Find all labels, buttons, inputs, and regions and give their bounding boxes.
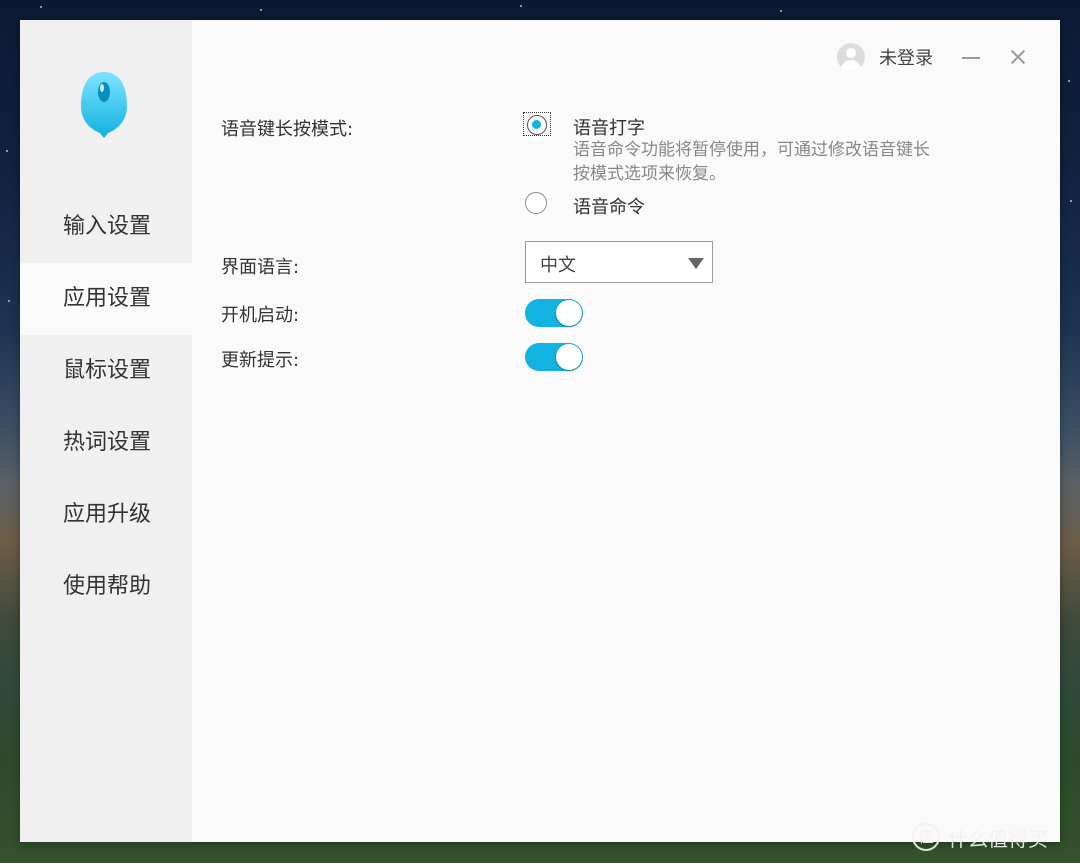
update-notice-label: 更新提示: — [221, 350, 300, 371]
login-status-label: 未登录 — [879, 48, 933, 69]
voice-command-option-label[interactable]: 语音命令 — [573, 193, 645, 219]
sidebar-item-app-upgrade[interactable]: 应用升级 — [20, 479, 192, 551]
user-avatar-icon — [837, 43, 865, 71]
minimize-icon — [962, 57, 980, 59]
voice-command-radio[interactable] — [525, 192, 547, 214]
ui-language-label: 界面语言: — [221, 257, 300, 278]
watermark: 值 什么值得买 — [912, 820, 1048, 854]
watermark-text: 什么值得买 — [948, 826, 1048, 851]
voice-typing-radio[interactable] — [527, 115, 547, 135]
voice-key-mode-label: 语音键长按模式: — [221, 119, 354, 140]
user-login-area[interactable]: 未登录 — [837, 42, 933, 72]
voice-typing-option-label[interactable]: 语音打字 — [573, 114, 645, 140]
sidebar-item-input-settings[interactable]: 输入设置 — [20, 191, 192, 263]
startup-label: 开机启动: — [221, 305, 300, 326]
sidebar-item-help[interactable]: 使用帮助 — [20, 551, 192, 623]
settings-window: 输入设置 应用设置 鼠标设置 热词设置 应用升级 使用帮助 未登录 语音键长按模… — [20, 20, 1060, 842]
update-notice-toggle[interactable] — [525, 343, 583, 371]
ui-language-select[interactable]: 中文 — [525, 241, 713, 283]
watermark-logo-icon: 值 — [912, 823, 940, 851]
app-logo-icon — [81, 72, 127, 138]
minimize-button[interactable] — [958, 44, 984, 70]
startup-toggle[interactable] — [525, 299, 583, 327]
sidebar: 输入设置 应用设置 鼠标设置 热词设置 应用升级 使用帮助 — [20, 20, 192, 842]
sidebar-item-app-settings[interactable]: 应用设置 — [20, 263, 192, 335]
voice-mode-description: 语音命令功能将暂停使用，可通过修改语音键长按模式选项来恢复。 — [573, 140, 930, 184]
ui-language-value: 中文 — [540, 255, 576, 276]
sidebar-item-hotword-settings[interactable]: 热词设置 — [20, 407, 192, 479]
dropdown-arrow-icon — [688, 258, 704, 269]
sidebar-item-mouse-settings[interactable]: 鼠标设置 — [20, 335, 192, 407]
close-button[interactable] — [1005, 44, 1031, 70]
